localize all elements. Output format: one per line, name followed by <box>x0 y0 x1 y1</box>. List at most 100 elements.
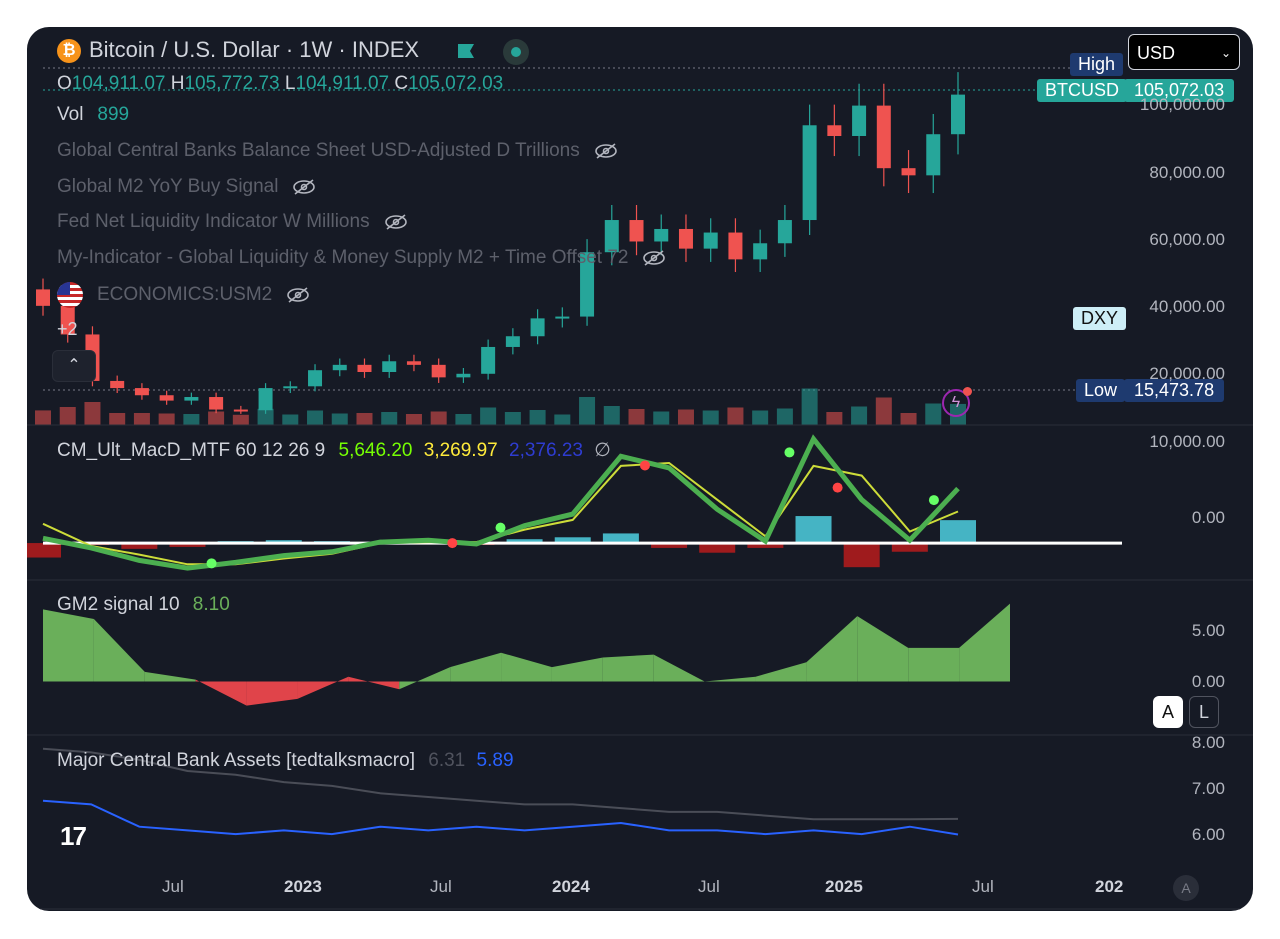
indicator-row-4[interactable]: ECONOMICS:USM2 <box>57 282 310 308</box>
gm2-area-segment <box>348 676 400 690</box>
bitcoin-logo-icon: ₿ <box>57 39 81 63</box>
volume-bar <box>529 410 546 425</box>
hidden-eye-icon[interactable] <box>384 214 408 230</box>
volume-bar <box>158 413 175 425</box>
hidden-eye-icon[interactable] <box>286 287 310 303</box>
hidden-eye-icon[interactable] <box>594 143 618 159</box>
volume-bar <box>356 413 373 425</box>
volume-bar <box>480 407 497 425</box>
time-tick: Jul <box>430 877 452 896</box>
volume-bar <box>109 413 126 425</box>
macd-cross-dot <box>495 522 506 533</box>
cba-tick: 7.00 <box>1191 779 1225 798</box>
volume-bar <box>603 406 620 425</box>
candle-body <box>382 361 397 372</box>
volume-readout[interactable]: Vol 899 <box>57 104 129 126</box>
volume-bar <box>752 410 769 425</box>
collapse-legend-button[interactable]: ⌃ <box>52 350 96 382</box>
auto-scale-time-button[interactable]: A <box>1173 875 1199 901</box>
candle-body <box>481 346 496 374</box>
candle-body <box>876 105 891 169</box>
candle-body <box>184 397 199 401</box>
symbol-title[interactable]: Bitcoin / U.S. Dollar · 1W · INDEX <box>89 37 419 63</box>
currency-select-value: USD <box>1137 43 1176 63</box>
open-label: O <box>57 73 72 94</box>
gm2-area-segment <box>602 654 654 682</box>
macd-cross-dot <box>832 482 843 493</box>
candle-body <box>703 232 718 249</box>
candle-body <box>629 220 644 242</box>
volume-bar <box>282 414 299 425</box>
more-indicators-count[interactable]: +2 <box>57 319 78 340</box>
cba-legend[interactable]: Major Central Bank Assets [tedtalksmacro… <box>57 750 514 772</box>
candle-body <box>852 105 867 136</box>
macd-histogram-bar <box>27 543 61 558</box>
macd-title: CM_Ult_MacD_MTF 60 12 26 9 <box>57 440 326 461</box>
indicator-row-2[interactable]: Fed Net Liquidity Indicator W Millions <box>57 211 408 233</box>
gm2-legend[interactable]: GM2 signal 10 8.10 <box>57 594 230 616</box>
time-tick: Jul <box>972 877 994 896</box>
indicator-row-0[interactable]: Global Central Banks Balance Sheet USD-A… <box>57 140 618 162</box>
gm2-area-segment <box>551 657 603 682</box>
gm2-tick: 0.00 <box>1191 672 1225 691</box>
indicator-label: Global Central Banks Balance Sheet USD-A… <box>57 140 580 161</box>
lightning-alert-icon[interactable]: ϟ <box>942 387 972 417</box>
volume-value: 899 <box>97 104 130 125</box>
candle-body <box>951 94 965 135</box>
volume-bar <box>257 408 274 425</box>
macd-histogram-bar <box>940 520 976 544</box>
macd-cross-dot <box>206 558 217 569</box>
volume-bar <box>430 411 447 425</box>
cba-title: Major Central Bank Assets [tedtalksmacro… <box>57 750 415 771</box>
volume-bar <box>801 388 818 425</box>
time-tick: 2025 <box>825 877 863 896</box>
indicator-label: ECONOMICS:USM2 <box>97 284 273 305</box>
gm2-area-segment <box>93 619 145 682</box>
low-value: 104,911.07 <box>295 73 390 94</box>
volume-bar <box>307 410 324 425</box>
gm2-value: 8.10 <box>192 594 230 615</box>
hidden-eye-icon[interactable] <box>292 179 316 195</box>
hidden-eye-icon[interactable] <box>642 250 666 266</box>
btcusd-tag: BTCUSD <box>1037 79 1128 102</box>
volume-label: Vol <box>57 104 84 125</box>
ohlc-readout: O104,911.07 H105,772.73 L104,911.07 C105… <box>57 73 503 95</box>
candle-body <box>901 168 916 176</box>
log-scale-button[interactable]: L <box>1189 696 1219 728</box>
macd-histogram-value: 2,376.23 <box>509 440 583 461</box>
gm2-area-segment <box>755 662 807 682</box>
gm2-area-segment <box>297 676 349 699</box>
macd-value: 5,646.20 <box>338 440 413 461</box>
candle-body <box>777 220 792 244</box>
currency-select[interactable]: USD ⌄ <box>1128 34 1240 70</box>
candle-body <box>431 364 446 378</box>
auto-scale-button[interactable]: A <box>1153 696 1183 728</box>
indicator-label: Fed Net Liquidity Indicator W Millions <box>57 211 370 232</box>
macd-legend[interactable]: CM_Ult_MacD_MTF 60 12 26 9 5,646.20 3,26… <box>57 439 611 462</box>
gm2-area-segment <box>195 679 247 706</box>
price-tick: 80,000.00 <box>1149 163 1225 182</box>
macd-cross-dot <box>447 538 458 549</box>
time-axis[interactable]: Jul 2023 Jul 2024 Jul 2025 Jul 202 <box>27 877 1253 901</box>
candle-body <box>332 364 347 371</box>
indicator-row-3[interactable]: My-Indicator - Global Liquidity & Money … <box>57 247 666 269</box>
volume-bar <box>232 414 249 425</box>
candle-body <box>926 134 941 176</box>
us-flag-icon <box>57 282 83 308</box>
close-value: 105,072.03 <box>408 73 504 94</box>
time-tick: 2023 <box>284 877 322 896</box>
volume-bar <box>925 403 942 425</box>
candle-body <box>654 228 669 242</box>
candle-body <box>406 361 421 365</box>
time-tick: Jul <box>162 877 184 896</box>
time-tick: Jul <box>698 877 720 896</box>
flag-icon[interactable] <box>457 43 475 59</box>
volume-bar <box>133 413 150 425</box>
volume-bar <box>851 406 868 425</box>
time-tick: 2024 <box>552 877 590 896</box>
macd-tick: 0.00 <box>1191 508 1225 527</box>
indicator-label: Global M2 YoY Buy Signal <box>57 176 279 197</box>
market-status-icon[interactable] <box>503 39 529 65</box>
indicator-row-1[interactable]: Global M2 YoY Buy Signal <box>57 176 316 198</box>
gm2-tick: 5.00 <box>1191 621 1225 640</box>
